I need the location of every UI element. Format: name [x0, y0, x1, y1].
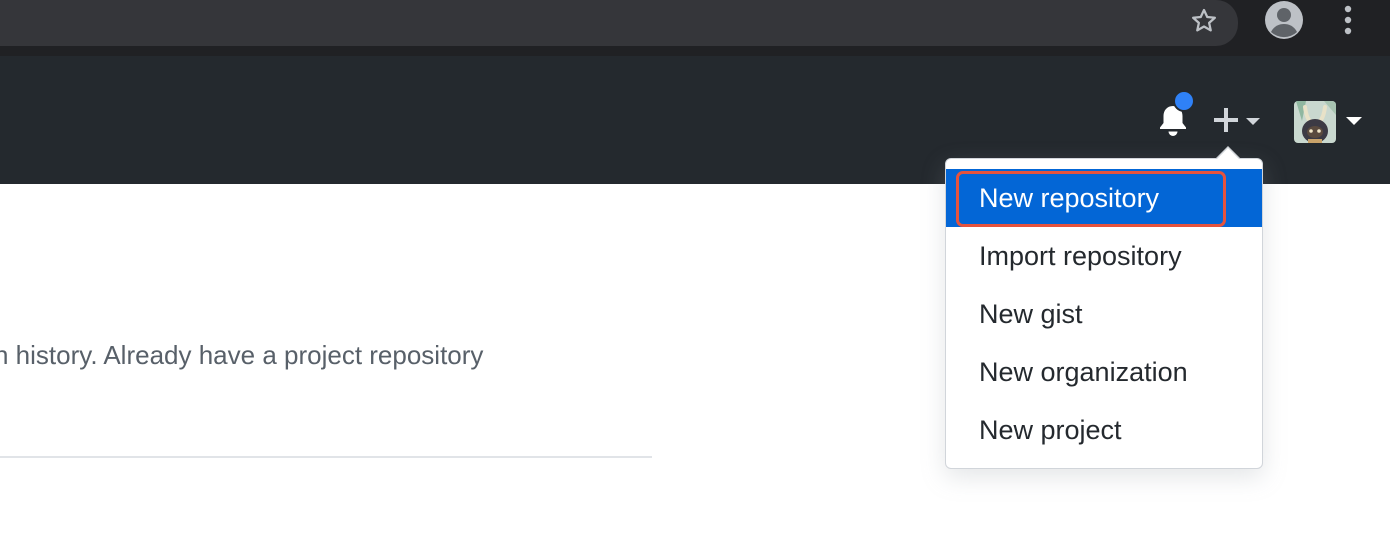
browser-menu-icon[interactable] — [1334, 2, 1362, 38]
browser-profile-icon[interactable] — [1262, 0, 1306, 42]
menu-item-new-organization[interactable]: New organization — [946, 343, 1262, 401]
unread-indicator-dot — [1173, 90, 1195, 112]
bookmark-star-icon[interactable] — [1187, 4, 1221, 38]
menu-item-new-project[interactable]: New project — [946, 401, 1262, 459]
plus-icon — [1212, 106, 1240, 139]
dropdown-menu-list: New repository Import repository New gis… — [946, 169, 1262, 459]
user-menu-button[interactable] — [1294, 100, 1366, 144]
page-description-text: n history. Already have a project reposi… — [0, 340, 484, 370]
browser-toolbar — [0, 0, 1390, 56]
menu-item-import-repository[interactable]: Import repository — [946, 227, 1262, 285]
dropdown-caret-fill — [1217, 148, 1239, 159]
avatar — [1294, 101, 1336, 143]
content-divider — [0, 456, 652, 458]
address-bar[interactable] — [0, 0, 1238, 46]
chevron-down-icon — [1246, 113, 1260, 131]
menu-item-new-repository[interactable]: New repository — [946, 169, 1262, 227]
menu-item-new-gist[interactable]: New gist — [946, 285, 1262, 343]
create-new-dropdown-menu: New repository Import repository New gis… — [945, 158, 1263, 469]
chevron-down-icon — [1346, 113, 1362, 131]
create-new-button[interactable] — [1212, 104, 1270, 140]
